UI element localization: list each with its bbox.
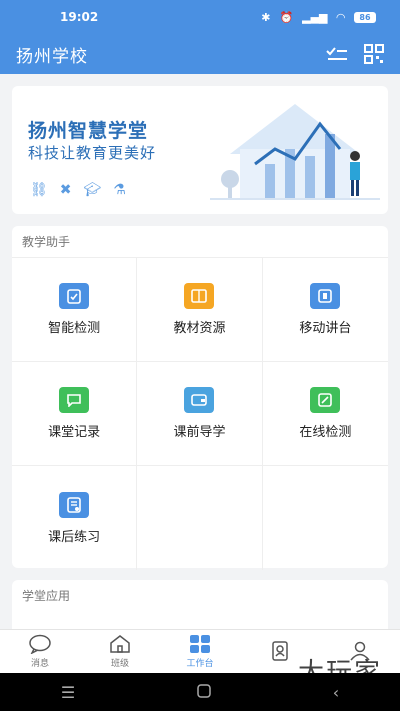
status-time: 19:02: [60, 10, 99, 24]
feature-label: 智能检测: [48, 321, 101, 336]
empty-cell: [137, 466, 263, 570]
bluetooth-icon: ✱: [261, 10, 271, 24]
checklist-icon[interactable]: [326, 45, 348, 63]
scan-qr-icon[interactable]: [364, 44, 384, 64]
promo-banner[interactable]: 扬州智慧学堂 科技让教育更美好 ⛓ ✖ 🎓︎ ⚗: [12, 86, 388, 214]
contacts-icon: [272, 640, 288, 661]
graduation-cap-icon: 🎓︎: [83, 182, 102, 198]
house-icon: [110, 635, 130, 653]
link-icon: ⛓: [30, 182, 48, 198]
clipboard-icon: [59, 283, 90, 309]
section-title: 教学助手: [12, 226, 388, 258]
banner-icon-row: ⛓ ✖ 🎓︎ ⚗: [30, 182, 126, 198]
signal-icon: ▂▄▆: [302, 10, 328, 24]
section-title: 学堂应用: [22, 589, 71, 603]
alarm-icon: ⏰: [279, 10, 294, 24]
feature-class-record[interactable]: 课堂记录: [12, 362, 138, 466]
empty-cell: [263, 466, 388, 570]
banner-illustration: [210, 104, 380, 200]
feature-after-class-practice[interactable]: 课后练习: [12, 466, 138, 570]
tab-label: 工作台: [186, 659, 214, 669]
feature-label: 教材资源: [173, 321, 226, 336]
grid-icon: [190, 635, 210, 653]
status-bar: 19:02 ✱ ⏰ ▂▄▆ ◠ 86: [0, 0, 400, 34]
tab-workbench[interactable]: 工作台: [170, 634, 230, 669]
tab-messages[interactable]: 消息: [10, 634, 70, 669]
edit-icon: [310, 387, 341, 413]
document-icon: [59, 491, 90, 518]
feature-label: 课堂记录: [48, 425, 101, 440]
tab-label: 消息: [30, 659, 49, 669]
feature-textbook-resources[interactable]: 教材资源: [137, 258, 263, 362]
home-icon[interactable]: [197, 683, 211, 702]
tab-label: 班级: [110, 659, 129, 669]
feature-label: 课前导学: [173, 425, 226, 440]
banner-title: 扬州智慧学堂: [28, 120, 149, 142]
app-bar: 扬州学校: [0, 34, 400, 74]
wallet-icon: [184, 387, 215, 413]
app-title: 扬州学校: [16, 46, 88, 67]
chat-icon: [29, 634, 51, 654]
teaching-assistant-section: 教学助手 智能检测 教材资源 移动讲台 课堂记录 课前导学 在线检测 课后练习: [12, 226, 388, 570]
status-icons: ✱ ⏰ ▂▄▆ ◠ 86: [261, 11, 376, 24]
feature-label: 在线检测: [299, 425, 352, 440]
flask-icon: ⚗: [113, 182, 126, 198]
system-nav-bar: ☰ ‹: [0, 673, 400, 711]
feature-mobile-podium[interactable]: 移动讲台: [262, 258, 388, 362]
feature-label: 课后练习: [48, 529, 101, 545]
board-icon: [310, 283, 341, 309]
back-icon[interactable]: ‹: [333, 683, 339, 702]
wifi-icon: ◠: [336, 10, 345, 24]
feature-grid: 智能检测 教材资源 移动讲台 课堂记录 课前导学 在线检测 课后练习: [12, 258, 388, 570]
banner-subtitle: 科技让教育更美好: [28, 144, 157, 162]
feature-smart-detection[interactable]: 智能检测: [12, 258, 138, 362]
tools-icon: ✖: [59, 182, 72, 198]
feature-label: 移动讲台: [299, 321, 352, 336]
book-icon: [184, 283, 215, 309]
battery-icon: 86: [354, 11, 376, 23]
menu-icon[interactable]: ☰: [61, 683, 75, 702]
feature-online-test[interactable]: 在线检测: [262, 362, 388, 466]
message-icon: [59, 387, 90, 413]
feature-pre-class-guide[interactable]: 课前导学: [137, 362, 263, 466]
tab-class[interactable]: 班级: [90, 634, 150, 669]
